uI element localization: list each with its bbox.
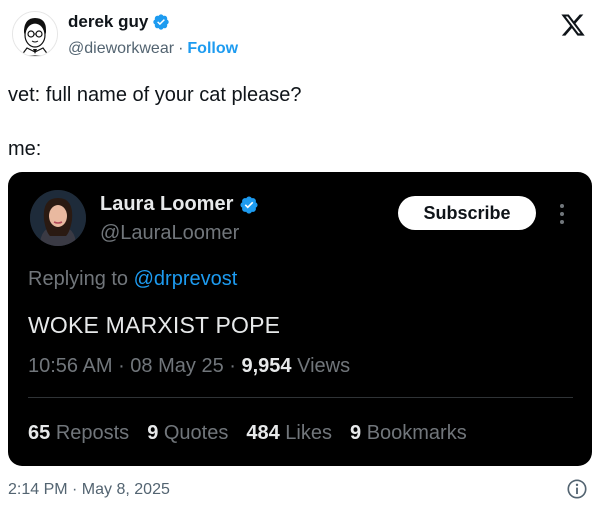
embedded-date: 08 May 25 <box>130 355 224 377</box>
embedded-tweet-meta: 10:56 AM · 08 May 25 · 9,954 Views <box>28 355 351 377</box>
embedded-verified-badge-icon <box>239 195 259 215</box>
embedded-views-label: Views <box>297 355 351 377</box>
embedded-time: 10:56 AM <box>28 355 113 377</box>
info-icon[interactable] <box>566 478 588 500</box>
author-handle-row: @dieworkwear · Follow <box>68 40 238 58</box>
embedded-author-name: Laura Loomer <box>100 193 259 216</box>
replying-to: Replying to @drprevost <box>28 268 237 291</box>
x-logo-icon[interactable] <box>560 12 586 38</box>
tweet-text-line-1: vet: full name of your cat please? <box>8 84 302 106</box>
embedded-stats: 65 Reposts 9 Quotes 484 Likes 9 Bookmark… <box>28 422 467 445</box>
stat-likes: 484 Likes <box>246 422 332 444</box>
author-handle[interactable]: @dieworkwear <box>68 40 174 58</box>
tweet-timestamp[interactable]: 2:14 PM · May 8, 2025 <box>8 481 170 499</box>
replying-mention: @drprevost <box>133 268 238 290</box>
avatar-illustration <box>13 12 57 56</box>
stat-quotes: 9 Quotes <box>147 422 229 444</box>
more-vertical-icon <box>553 202 571 226</box>
embedded-avatar <box>30 190 86 246</box>
tweet-text-line-2: me: <box>8 138 42 160</box>
stat-bookmarks: 9 Bookmarks <box>350 422 467 444</box>
embedded-tweet-text: WOKE MARXIST POPE <box>28 312 281 338</box>
author-name-text: derek guy <box>68 12 149 31</box>
embedded-divider <box>28 397 573 398</box>
separator-dot: · <box>178 40 184 57</box>
embedded-tweet-image[interactable]: Laura Loomer @LauraLoomer Subscribe Repl… <box>8 172 592 466</box>
embedded-author-handle: @LauraLoomer <box>100 222 240 244</box>
stat-reposts: 65 Reposts <box>28 422 130 444</box>
subscribe-button: Subscribe <box>398 196 536 230</box>
embedded-views-count: 9,954 <box>241 355 292 377</box>
avatar[interactable] <box>12 11 58 57</box>
author-name[interactable]: derek guy <box>68 12 170 32</box>
replying-prefix: Replying to <box>28 268 134 290</box>
verified-badge-icon <box>152 13 170 31</box>
embedded-author-name-text: Laura Loomer <box>100 193 234 215</box>
follow-button[interactable]: Follow <box>187 40 238 58</box>
